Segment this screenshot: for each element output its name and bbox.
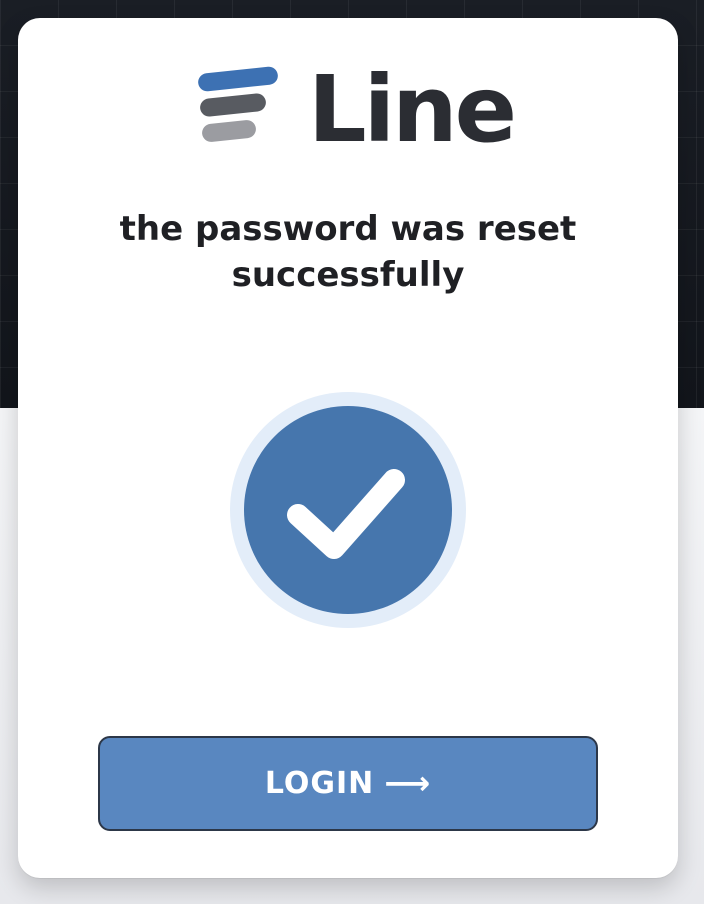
arrow-right-icon: ⟶	[384, 763, 432, 802]
success-message: the password was reset successfully	[119, 209, 577, 295]
login-button[interactable]: LOGIN ⟶	[98, 736, 598, 831]
login-button-label: LOGIN	[264, 766, 375, 801]
check-circle-icon	[230, 392, 466, 628]
brand-name: Line	[308, 56, 517, 163]
logo-bars-icon	[198, 66, 278, 142]
brand-logo: Line	[198, 60, 518, 166]
reset-success-card: Line the password was reset successfully…	[18, 18, 678, 878]
